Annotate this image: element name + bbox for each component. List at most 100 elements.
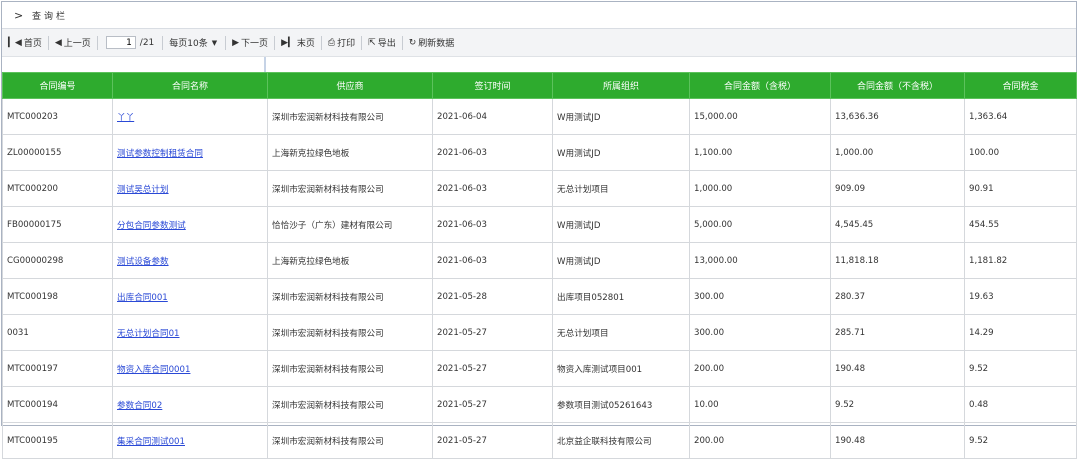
cell-supplier: 深圳市宏润新材科技有限公司 bbox=[267, 314, 433, 351]
col-header-supplier[interactable]: 供应商 bbox=[267, 72, 433, 99]
table-row[interactable]: 0031 无总计划合同01 深圳市宏润新材科技有限公司 2021-05-27 无… bbox=[2, 314, 1077, 351]
next-page-button[interactable]: ▶ 下一页 bbox=[226, 29, 274, 56]
cell-amount-excl-tax: 1,000.00 bbox=[830, 134, 965, 171]
cell-organization: W用测试JD bbox=[552, 98, 690, 135]
refresh-label: 刷新数据 bbox=[418, 39, 455, 49]
query-bar[interactable]: > 查询栏 bbox=[2, 2, 1076, 29]
cell-contract-name: 出库合同001 bbox=[112, 278, 268, 315]
next-page-label: 下一页 bbox=[241, 39, 269, 49]
cell-amount-excl-tax: 285.71 bbox=[830, 314, 965, 351]
table-row[interactable]: FB00000175 分包合同参数测试 恰恰沙子（广东）建材有限公司 2021-… bbox=[2, 206, 1077, 243]
table-spacer bbox=[2, 57, 1076, 72]
cell-amount-excl-tax: 11,818.18 bbox=[830, 242, 965, 279]
cell-organization: W用测试JD bbox=[552, 242, 690, 279]
col-header-sign-date[interactable]: 签订时间 bbox=[432, 72, 553, 99]
cell-amount-excl-tax: 909.09 bbox=[830, 170, 965, 207]
cell-tax: 9.52 bbox=[964, 422, 1077, 459]
cell-supplier: 深圳市宏润新材科技有限公司 bbox=[267, 170, 433, 207]
col-header-tax[interactable]: 合同税金 bbox=[964, 72, 1077, 99]
table-row[interactable]: MTC000198 出库合同001 深圳市宏润新材科技有限公司 2021-05-… bbox=[2, 278, 1077, 315]
last-page-icon: ▶▎ bbox=[281, 37, 295, 48]
next-page-icon: ▶ bbox=[232, 37, 240, 48]
cell-contract-no: MTC000198 bbox=[2, 278, 113, 315]
cell-amount-incl-tax: 5,000.00 bbox=[689, 206, 831, 243]
cell-sign-date: 2021-06-03 bbox=[432, 170, 553, 207]
prev-page-icon: ◀ bbox=[54, 37, 62, 48]
cell-sign-date: 2021-05-27 bbox=[432, 422, 553, 459]
cell-contract-name: 测试参数控制租赁合同 bbox=[112, 134, 268, 171]
cell-tax: 100.00 bbox=[964, 134, 1077, 171]
contract-name-link[interactable]: 物资入库合同0001 bbox=[117, 365, 190, 375]
col-header-organization[interactable]: 所属组织 bbox=[552, 72, 690, 99]
cell-amount-incl-tax: 1,000.00 bbox=[689, 170, 831, 207]
col-header-amount-excl-tax[interactable]: 合同金额（不含税） bbox=[830, 72, 965, 99]
cell-organization: 无总计划项目 bbox=[552, 314, 690, 351]
table-row[interactable]: CG00000298 测试设备参数 上海新克拉绿色地板 2021-06-03 W… bbox=[2, 242, 1077, 279]
contract-name-link[interactable]: 分包合同参数测试 bbox=[117, 221, 186, 231]
chevron-right-icon[interactable]: > bbox=[14, 9, 26, 22]
print-label: 打印 bbox=[337, 39, 356, 49]
cell-contract-no: MTC000203 bbox=[2, 98, 113, 135]
cell-contract-name: 测试设备参数 bbox=[112, 242, 268, 279]
contract-name-link[interactable]: 无总计划合同01 bbox=[117, 329, 180, 339]
cell-contract-no: MTC000195 bbox=[2, 422, 113, 459]
contract-name-link[interactable]: 丫丫 bbox=[117, 113, 134, 123]
cell-amount-excl-tax: 280.37 bbox=[830, 278, 965, 315]
cell-amount-excl-tax: 9.52 bbox=[830, 386, 965, 423]
refresh-button[interactable]: ↻ 刷新数据 bbox=[403, 29, 461, 56]
contract-name-link[interactable]: 集采合同测试001 bbox=[117, 437, 185, 447]
contract-name-link[interactable]: 参数合同02 bbox=[117, 401, 162, 411]
table-row[interactable]: MTC000194 参数合同02 深圳市宏润新材科技有限公司 2021-05-2… bbox=[2, 386, 1077, 423]
cell-tax: 9.52 bbox=[964, 350, 1077, 387]
cell-tax: 0.48 bbox=[964, 386, 1077, 423]
cell-amount-incl-tax: 15,000.00 bbox=[689, 98, 831, 135]
cell-organization: 参数项目测试05261643 bbox=[552, 386, 690, 423]
table-row[interactable]: MTC000195 集采合同测试001 深圳市宏润新材科技有限公司 2021-0… bbox=[2, 422, 1077, 459]
table-row[interactable]: MTC000197 物资入库合同0001 深圳市宏润新材科技有限公司 2021-… bbox=[2, 350, 1077, 387]
col-header-contract-no[interactable]: 合同编号 bbox=[2, 72, 113, 99]
cell-tax: 19.63 bbox=[964, 278, 1077, 315]
page-number-input[interactable] bbox=[105, 36, 136, 49]
toolbar-divider bbox=[96, 35, 98, 50]
refresh-icon: ↻ bbox=[408, 37, 417, 48]
cell-tax: 90.91 bbox=[964, 170, 1077, 207]
last-page-button[interactable]: ▶▎ 末页 bbox=[275, 29, 321, 56]
cell-sign-date: 2021-05-27 bbox=[432, 314, 553, 351]
cell-amount-incl-tax: 200.00 bbox=[689, 422, 831, 459]
table-row[interactable]: MTC000203 丫丫 深圳市宏润新材科技有限公司 2021-06-04 W用… bbox=[2, 98, 1077, 135]
cell-sign-date: 2021-06-03 bbox=[432, 242, 553, 279]
cell-contract-no: ZL00000155 bbox=[2, 134, 113, 171]
cell-supplier: 深圳市宏润新材科技有限公司 bbox=[267, 422, 433, 459]
contract-name-link[interactable]: 出库合同001 bbox=[117, 293, 168, 303]
cell-supplier: 深圳市宏润新材科技有限公司 bbox=[267, 278, 433, 315]
cell-contract-name: 丫丫 bbox=[112, 98, 268, 135]
page-total: /21 bbox=[139, 37, 155, 48]
column-resize-handle[interactable] bbox=[264, 57, 266, 72]
cell-organization: W用测试JD bbox=[552, 134, 690, 171]
cell-amount-incl-tax: 10.00 bbox=[689, 386, 831, 423]
print-button[interactable]: ⎙ 打印 bbox=[322, 29, 361, 56]
cell-amount-excl-tax: 4,545.45 bbox=[830, 206, 965, 243]
contract-name-link[interactable]: 测试参数控制租赁合同 bbox=[117, 149, 203, 159]
table-row[interactable]: ZL00000155 测试参数控制租赁合同 上海新克拉绿色地板 2021-06-… bbox=[2, 134, 1077, 171]
export-button[interactable]: ⇱ 导出 bbox=[362, 29, 402, 56]
page-size-select[interactable]: 每页10条 ▼ bbox=[163, 29, 225, 56]
cell-amount-incl-tax: 200.00 bbox=[689, 350, 831, 387]
contract-name-link[interactable]: 测试设备参数 bbox=[117, 257, 169, 267]
cell-contract-no: FB00000175 bbox=[2, 206, 113, 243]
prev-page-button[interactable]: ◀ 上一页 bbox=[49, 29, 97, 56]
cell-tax: 14.29 bbox=[964, 314, 1077, 351]
table-row[interactable]: MTC000200 测试吴总计划 深圳市宏润新材科技有限公司 2021-06-0… bbox=[2, 170, 1077, 207]
first-page-button[interactable]: ▎◀ 首页 bbox=[2, 29, 48, 56]
cell-amount-excl-tax: 13,636.36 bbox=[830, 98, 965, 135]
col-header-contract-name[interactable]: 合同名称 bbox=[112, 72, 268, 99]
cell-tax: 1,363.64 bbox=[964, 98, 1077, 135]
cell-amount-incl-tax: 300.00 bbox=[689, 278, 831, 315]
col-header-amount-incl-tax[interactable]: 合同金额（含税） bbox=[689, 72, 831, 99]
contract-name-link[interactable]: 测试吴总计划 bbox=[117, 185, 169, 195]
page-size-label: 每页10条 bbox=[169, 39, 208, 49]
cell-contract-name: 参数合同02 bbox=[112, 386, 268, 423]
query-bar-title: 查询栏 bbox=[32, 11, 69, 22]
cell-contract-no: CG00000298 bbox=[2, 242, 113, 279]
pagination-toolbar: ▎◀ 首页 ◀ 上一页 /21 每页10条 ▼ ▶ 下一页 ▶▎ 末页 ⎙ 打印 bbox=[2, 29, 1076, 57]
